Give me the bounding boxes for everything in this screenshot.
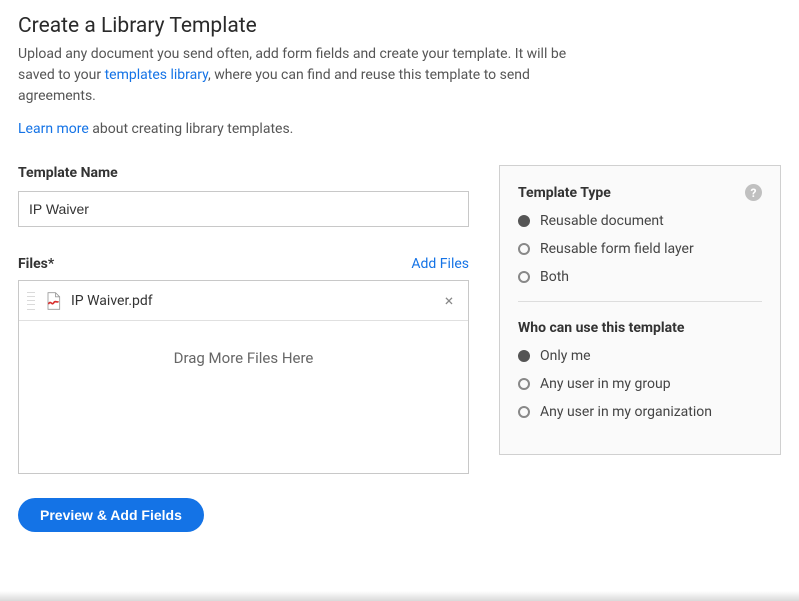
radio-icon <box>518 350 530 362</box>
radio-label: Any user in my organization <box>540 404 712 420</box>
access-option-any-org[interactable]: Any user in my organization <box>518 404 762 420</box>
radio-icon <box>518 243 530 255</box>
access-option-any-group[interactable]: Any user in my group <box>518 376 762 392</box>
files-label-text: Files <box>18 256 48 272</box>
radio-label: Reusable document <box>540 213 664 229</box>
learn-more-suffix: about creating library templates. <box>89 121 294 137</box>
settings-panel: Template Type ? Reusable document Reusab… <box>499 165 781 455</box>
access-heading: Who can use this template <box>518 320 684 336</box>
learn-more-row: Learn more about creating library templa… <box>18 121 781 137</box>
template-type-heading: Template Type <box>518 185 611 201</box>
templates-library-link[interactable]: templates library <box>105 67 208 83</box>
radio-label: Both <box>540 269 569 285</box>
shadow-edge <box>0 591 799 601</box>
required-asterisk: * <box>48 256 54 272</box>
access-option-only-me[interactable]: Only me <box>518 348 762 364</box>
radio-label: Reusable form field layer <box>540 241 694 257</box>
page-title: Create a Library Template <box>18 14 781 38</box>
intro-text: Upload any document you send often, add … <box>18 44 578 107</box>
template-name-input[interactable] <box>18 191 469 227</box>
files-box: IP Waiver.pdf × Drag More Files Here <box>18 280 469 474</box>
radio-icon <box>518 378 530 390</box>
radio-icon <box>518 215 530 227</box>
remove-file-icon[interactable]: × <box>440 292 458 310</box>
drop-zone[interactable]: Drag More Files Here <box>19 321 468 473</box>
add-files-link[interactable]: Add Files <box>411 256 469 272</box>
type-option-both[interactable]: Both <box>518 269 762 285</box>
divider <box>518 301 762 302</box>
file-row[interactable]: IP Waiver.pdf × <box>19 281 468 321</box>
file-name: IP Waiver.pdf <box>71 293 440 309</box>
help-icon[interactable]: ? <box>745 184 762 201</box>
drag-handle-icon[interactable] <box>27 292 35 310</box>
learn-more-link[interactable]: Learn more <box>18 121 89 137</box>
radio-icon <box>518 271 530 283</box>
type-option-reusable-form-field-layer[interactable]: Reusable form field layer <box>518 241 762 257</box>
type-option-reusable-document[interactable]: Reusable document <box>518 213 762 229</box>
files-label: Files* <box>18 253 54 272</box>
radio-label: Any user in my group <box>540 376 671 392</box>
pdf-icon <box>43 291 63 311</box>
preview-add-fields-button[interactable]: Preview & Add Fields <box>18 498 204 532</box>
template-name-label: Template Name <box>18 165 469 181</box>
radio-label: Only me <box>540 348 591 364</box>
radio-icon <box>518 406 530 418</box>
